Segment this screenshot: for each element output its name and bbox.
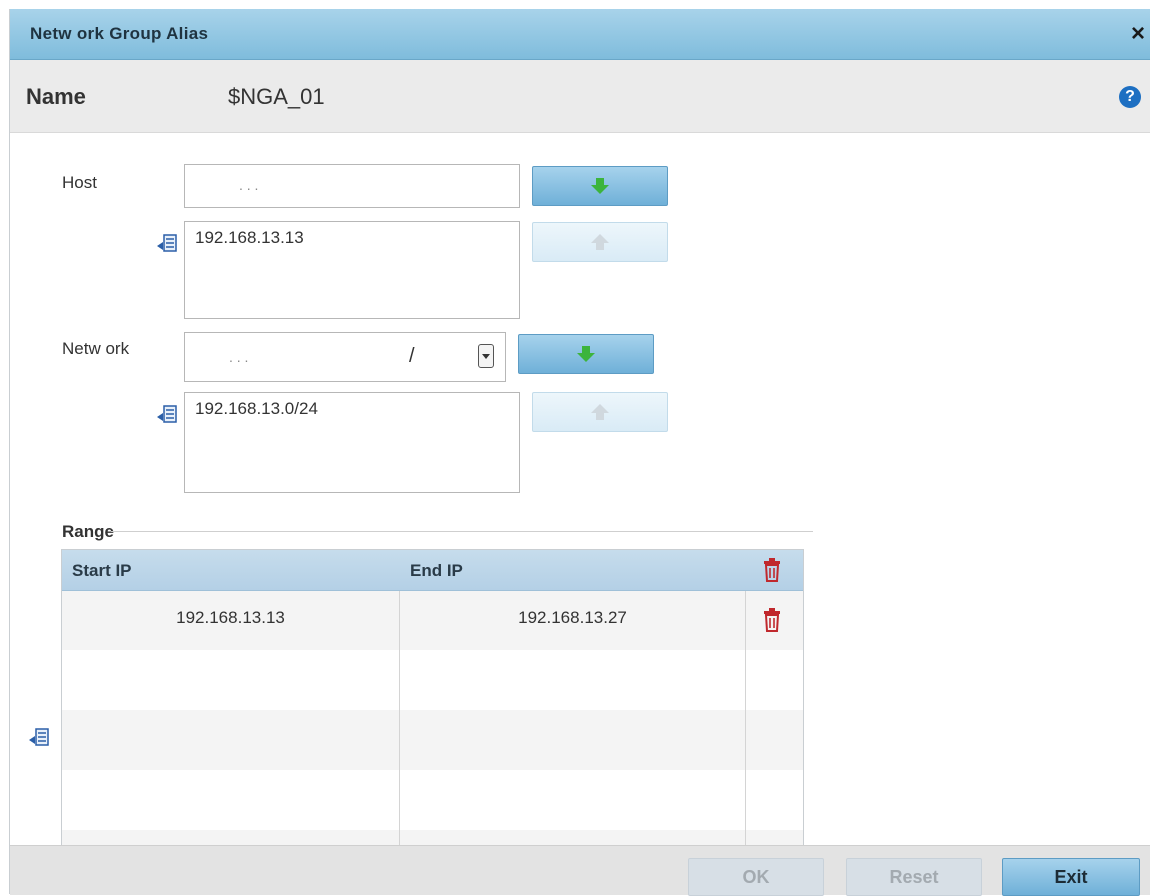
dialog-titlebar: Netw ork Group Alias × bbox=[10, 9, 1150, 60]
arrow-down-icon bbox=[591, 178, 609, 194]
range-table: 192.168.13.13 192.168.13.27 192.168.13.1… bbox=[61, 549, 804, 849]
network-ip-dots: . . . bbox=[229, 349, 249, 365]
host-label: Host bbox=[62, 173, 97, 192]
network-list-item[interactable]: 192.168.13.0/24 bbox=[195, 399, 318, 419]
close-icon[interactable]: × bbox=[1131, 19, 1145, 49]
network-remove-button[interactable] bbox=[532, 392, 668, 432]
host-remove-button[interactable] bbox=[532, 222, 668, 262]
ok-button[interactable]: OK bbox=[688, 858, 824, 896]
name-header: Name $NGA_01 ? bbox=[10, 60, 1150, 133]
table-row bbox=[62, 710, 803, 770]
range-divider bbox=[111, 531, 813, 532]
help-icon[interactable]: ? bbox=[1119, 86, 1141, 108]
import-list-icon bbox=[157, 405, 177, 423]
network-mask-slash: / bbox=[409, 345, 415, 367]
host-ip-input[interactable]: . . . bbox=[184, 164, 520, 208]
network-label: Netw ork bbox=[62, 339, 130, 358]
delete-all-trash-icon[interactable] bbox=[762, 558, 782, 582]
delete-row-trash-icon[interactable] bbox=[762, 608, 782, 632]
start-ip-header[interactable]: Start IP bbox=[72, 561, 132, 581]
name-label: Name bbox=[26, 84, 86, 109]
host-add-button[interactable] bbox=[532, 166, 668, 206]
import-list-icon bbox=[157, 234, 177, 252]
network-group-alias-dialog: Netw ork Group Alias × Name $NGA_01 ? Ho… bbox=[9, 9, 1150, 896]
host-list-item[interactable]: 192.168.13.13 bbox=[195, 228, 304, 248]
exit-button[interactable]: Exit bbox=[1002, 858, 1140, 896]
range-label: Range bbox=[62, 522, 114, 541]
table-row bbox=[62, 650, 803, 710]
dialog-footer: OK Reset Exit bbox=[10, 845, 1150, 896]
column-divider bbox=[399, 550, 400, 849]
arrow-up-icon bbox=[591, 234, 609, 250]
import-list-icon[interactable] bbox=[28, 727, 50, 749]
start-ip-cell: 192.168.13.13 bbox=[176, 608, 285, 627]
dialog-title: Netw ork Group Alias bbox=[30, 24, 209, 43]
mask-dropdown-icon[interactable] bbox=[478, 344, 494, 368]
host-ip-dots: . . . bbox=[239, 177, 259, 193]
network-add-button[interactable] bbox=[518, 334, 654, 374]
table-row bbox=[62, 770, 803, 830]
network-ip-input[interactable]: . . . / bbox=[184, 332, 506, 382]
network-list[interactable]: 192.168.13.0/24 bbox=[184, 392, 520, 493]
end-ip-header[interactable]: End IP bbox=[410, 561, 463, 581]
column-divider bbox=[745, 550, 746, 849]
arrow-up-icon bbox=[591, 404, 609, 420]
reset-button[interactable]: Reset bbox=[846, 858, 982, 896]
arrow-down-icon bbox=[577, 346, 595, 362]
name-value: $NGA_01 bbox=[228, 84, 325, 109]
table-header: Start IP End IP bbox=[62, 550, 803, 591]
end-ip-cell: 192.168.13.27 bbox=[518, 608, 627, 627]
host-list[interactable]: 192.168.13.13 bbox=[184, 221, 520, 319]
